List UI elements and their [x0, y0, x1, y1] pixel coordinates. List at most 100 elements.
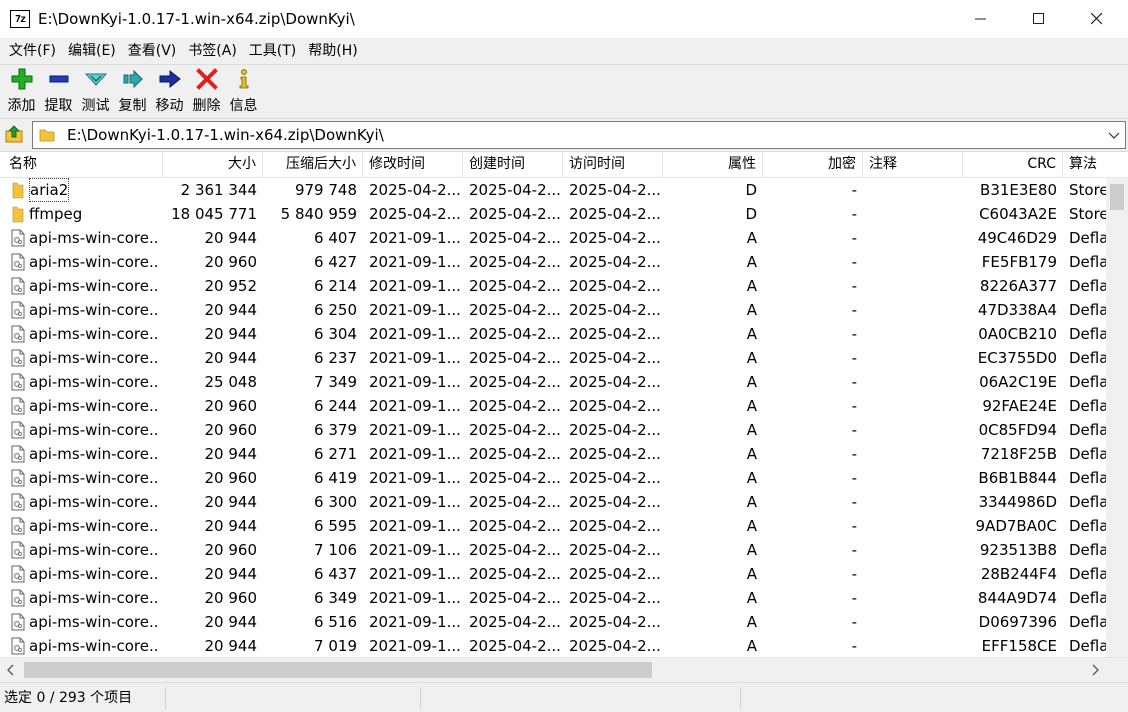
- cell-name[interactable]: api-ms-win-core...: [0, 634, 160, 657]
- cell-attributes: A: [746, 397, 757, 415]
- column-header-crc[interactable]: CRC: [963, 152, 1063, 178]
- menu-tools[interactable]: 工具(T): [243, 40, 302, 62]
- cell-encrypted: -: [851, 469, 857, 487]
- horizontal-scroll-thumb[interactable]: [24, 662, 652, 678]
- cell-attributes: A: [746, 253, 757, 271]
- cell-name[interactable]: api-ms-win-core...: [0, 586, 160, 610]
- cell-name[interactable]: ffmpeg: [0, 202, 160, 226]
- cell-attributes: A: [746, 325, 757, 343]
- file-list-row[interactable]: api-ms-win-core... 20 952 6 214 2021-09-1..…: [0, 274, 1106, 298]
- cell-name[interactable]: api-ms-win-core...: [0, 226, 160, 250]
- cell-modified: 2021-09-1...: [369, 469, 461, 487]
- file-list-row[interactable]: api-ms-win-core... 25 048 7 349 2021-09-1..…: [0, 370, 1106, 394]
- file-list-row[interactable]: api-ms-win-core... 20 944 6 300 2021-09-1..…: [0, 490, 1106, 514]
- column-header-packed-size[interactable]: 压缩后大小: [263, 152, 363, 178]
- cell-encrypted: -: [851, 565, 857, 583]
- cell-comment: [869, 442, 963, 466]
- scroll-left-icon[interactable]: [4, 663, 18, 677]
- file-list-row[interactable]: api-ms-win-core... 20 944 6 595 2021-09-1..…: [0, 514, 1106, 538]
- 7zip-app-icon: 7z: [10, 10, 30, 28]
- vertical-scroll-thumb[interactable]: [1110, 184, 1124, 210]
- info-button[interactable]: 信息: [225, 65, 262, 117]
- cell-encrypted: -: [851, 277, 857, 295]
- file-list-row[interactable]: api-ms-win-core... 20 960 6 379 2021-09-1..…: [0, 418, 1106, 442]
- copy-button[interactable]: 复制: [114, 65, 151, 117]
- cell-name[interactable]: api-ms-win-core...: [0, 610, 160, 634]
- cell-method: Defla: [1069, 277, 1106, 295]
- column-header-created[interactable]: 创建时间: [463, 152, 563, 178]
- file-list-row[interactable]: api-ms-win-core... 20 944 7 019 2021-09-1..…: [0, 634, 1106, 657]
- column-header-attributes[interactable]: 属性: [663, 152, 763, 178]
- cell-name[interactable]: api-ms-win-core...: [0, 538, 160, 562]
- cell-name[interactable]: api-ms-win-core...: [0, 346, 160, 370]
- file-list-row[interactable]: aria2 2 361 344 979 748 2025-04-2... 2025-04…: [0, 178, 1106, 202]
- address-field[interactable]: E:\DownKyi-1.0.17-1.win-x64.zip\DownKyi\: [32, 121, 1126, 149]
- column-header-modified[interactable]: 修改时间: [363, 152, 463, 178]
- file-list-row[interactable]: api-ms-win-core... 20 960 7 106 2021-09-1..…: [0, 538, 1106, 562]
- column-header-name[interactable]: 名称: [0, 152, 163, 178]
- file-name: api-ms-win-core...: [29, 613, 160, 631]
- cell-comment: [869, 586, 963, 610]
- delete-button[interactable]: 删除: [188, 65, 225, 117]
- column-header-comment[interactable]: 注释: [863, 152, 963, 178]
- cell-crc: 92FAE24E: [982, 397, 1057, 415]
- cell-name[interactable]: api-ms-win-core...: [0, 490, 160, 514]
- column-header-encrypted[interactable]: 加密: [763, 152, 863, 178]
- column-header-accessed[interactable]: 访问时间: [563, 152, 663, 178]
- address-path: E:\DownKyi-1.0.17-1.win-x64.zip\DownKyi\: [67, 126, 384, 144]
- menu-help[interactable]: 帮助(H): [302, 40, 363, 62]
- close-button[interactable]: [1068, 0, 1126, 38]
- file-list-row[interactable]: api-ms-win-core... 20 944 6 516 2021-09-1..…: [0, 610, 1106, 634]
- cell-name[interactable]: api-ms-win-core...: [0, 562, 160, 586]
- cell-created: 2025-04-2...: [469, 421, 561, 439]
- cell-packed-size: 6 237: [314, 349, 357, 367]
- file-list-row[interactable]: api-ms-win-core... 20 944 6 407 2021-09-1..…: [0, 226, 1106, 250]
- file-list-row[interactable]: api-ms-win-core... 20 960 6 419 2021-09-1..…: [0, 466, 1106, 490]
- chevron-down-icon[interactable]: [1107, 128, 1121, 142]
- parent-folder-button[interactable]: [4, 123, 26, 145]
- file-name: api-ms-win-core...: [29, 493, 160, 511]
- menu-edit[interactable]: 编辑(E): [62, 40, 122, 62]
- file-list-row[interactable]: api-ms-win-core... 20 960 6 349 2021-09-1..…: [0, 586, 1106, 610]
- test-button[interactable]: 测试: [77, 65, 114, 117]
- file-list-row[interactable]: ffmpeg 18 045 771 5 840 959 2025-04-2... 202…: [0, 202, 1106, 226]
- vertical-scrollbar[interactable]: [1106, 178, 1128, 657]
- menu-file[interactable]: 文件(F): [3, 40, 62, 62]
- cell-name[interactable]: api-ms-win-core...: [0, 370, 160, 394]
- move-button[interactable]: 移动: [151, 65, 188, 117]
- cell-name[interactable]: aria2: [0, 178, 160, 202]
- cell-name[interactable]: api-ms-win-core...: [0, 394, 160, 418]
- cell-encrypted: -: [851, 637, 857, 655]
- file-list-row[interactable]: api-ms-win-core... 20 944 6 250 2021-09-1..…: [0, 298, 1106, 322]
- cell-name[interactable]: api-ms-win-core...: [0, 250, 160, 274]
- cell-created: 2025-04-2...: [469, 181, 561, 199]
- file-list-row[interactable]: api-ms-win-core... 20 960 6 244 2021-09-1..…: [0, 394, 1106, 418]
- maximize-button[interactable]: [1010, 0, 1068, 38]
- cell-name[interactable]: api-ms-win-core...: [0, 514, 160, 538]
- file-list-row[interactable]: api-ms-win-core... 20 960 6 427 2021-09-1..…: [0, 250, 1106, 274]
- cell-name[interactable]: api-ms-win-core...: [0, 322, 160, 346]
- extract-button[interactable]: 提取: [40, 65, 77, 117]
- horizontal-scrollbar[interactable]: [0, 657, 1128, 681]
- file-list-row[interactable]: api-ms-win-core... 20 944 6 237 2021-09-1..…: [0, 346, 1106, 370]
- column-header-size[interactable]: 大小: [163, 152, 263, 178]
- add-button[interactable]: 添加: [3, 65, 40, 117]
- cell-accessed: 2025-04-2...: [569, 421, 661, 439]
- cell-name[interactable]: api-ms-win-core...: [0, 274, 160, 298]
- minimize-button[interactable]: [952, 0, 1010, 38]
- scroll-right-icon[interactable]: [1088, 663, 1102, 677]
- cell-modified: 2021-09-1...: [369, 637, 461, 655]
- cell-name[interactable]: api-ms-win-core...: [0, 298, 160, 322]
- file-list-row[interactable]: api-ms-win-core... 20 944 6 304 2021-09-1..…: [0, 322, 1106, 346]
- column-header-method[interactable]: 算法: [1063, 152, 1128, 178]
- file-list-row[interactable]: api-ms-win-core... 20 944 6 271 2021-09-1..…: [0, 442, 1106, 466]
- cell-created: 2025-04-2...: [469, 541, 561, 559]
- menu-bookmarks[interactable]: 书签(A): [182, 40, 243, 62]
- cell-name[interactable]: api-ms-win-core...: [0, 442, 160, 466]
- file-list-row[interactable]: api-ms-win-core... 20 944 6 437 2021-09-1..…: [0, 562, 1106, 586]
- cell-name[interactable]: api-ms-win-core...: [0, 466, 160, 490]
- cell-name[interactable]: api-ms-win-core...: [0, 418, 160, 442]
- cell-created: 2025-04-2...: [469, 589, 561, 607]
- menu-view[interactable]: 查看(V): [122, 40, 183, 62]
- file-icon: [10, 589, 26, 607]
